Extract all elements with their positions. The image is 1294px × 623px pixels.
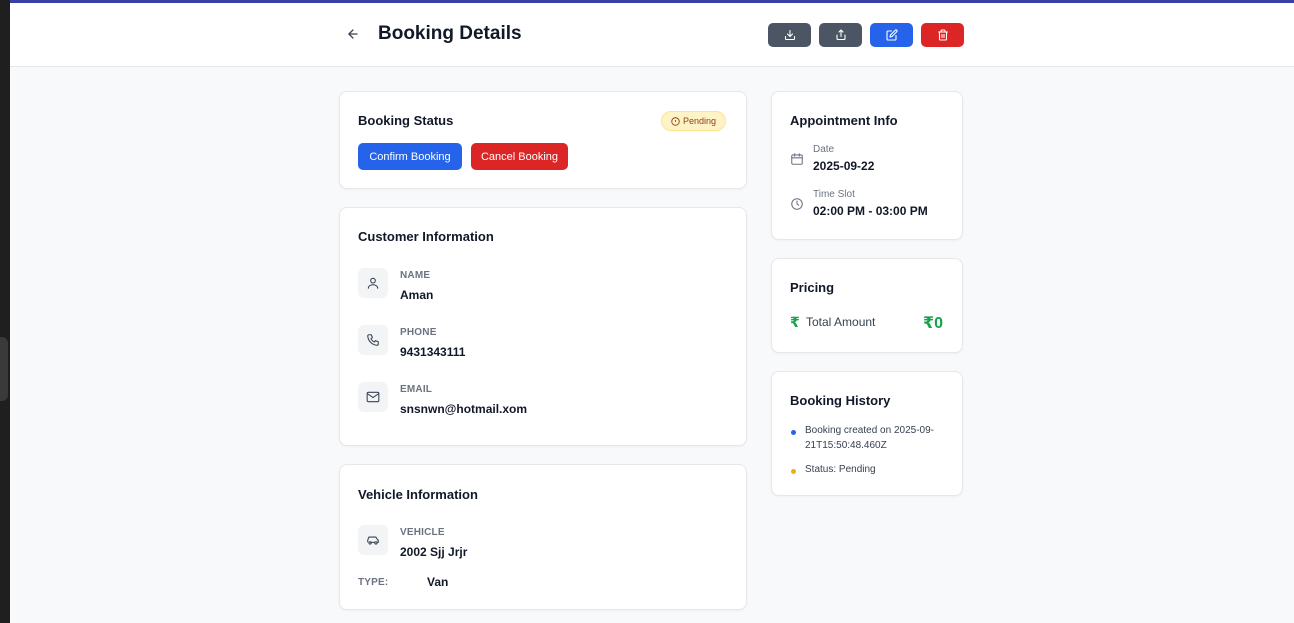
phone-value: 9431343111	[400, 345, 466, 359]
booking-status-title: Booking Status	[358, 113, 454, 128]
email-icon-box	[358, 382, 388, 412]
back-button[interactable]	[343, 24, 363, 44]
vehicle-label: VEHICLE	[400, 527, 445, 538]
email-value: snsnwn@hotmail.xom	[400, 402, 528, 416]
type-label: TYPE:	[358, 577, 389, 588]
customer-info-title: Customer Information	[358, 229, 494, 244]
vehicle-info-title: Vehicle Information	[358, 487, 478, 502]
cancel-booking-button[interactable]: Cancel Booking	[471, 143, 568, 170]
info-circle-icon	[671, 116, 680, 126]
time-slot-label: Time Slot	[813, 189, 855, 200]
time-slot-value: 02:00 PM - 03:00 PM	[813, 204, 928, 218]
download-icon	[784, 29, 795, 41]
status-badge: Pending	[661, 111, 727, 131]
total-amount-value: ₹0	[922, 315, 943, 332]
vehicle-value: 2002 Sjj Jrjr	[400, 545, 468, 559]
rupee-icon: ₹	[790, 314, 800, 330]
booking-history-title: Booking History	[790, 393, 891, 408]
car-icon	[367, 536, 379, 545]
phone-icon	[367, 334, 379, 346]
phone-icon-box	[358, 325, 388, 355]
total-amount-label: Total Amount	[806, 315, 876, 329]
name-label: NAME	[400, 270, 431, 281]
edit-icon	[885, 29, 898, 41]
pricing-title: Pricing	[790, 280, 835, 295]
appointment-info-title: Appointment Info	[790, 113, 898, 128]
name-value: Aman	[400, 288, 434, 302]
date-label: Date	[813, 144, 835, 155]
share-button[interactable]	[819, 23, 862, 47]
left-edge-strip	[0, 0, 10, 623]
share-icon	[835, 29, 846, 41]
page-header: Booking Details	[10, 3, 1294, 67]
history-dot-status	[791, 469, 796, 474]
type-value: Van	[427, 575, 449, 589]
booking-history-card: Booking History Booking created on 2025-…	[771, 371, 963, 496]
phone-label: PHONE	[400, 327, 437, 338]
history-dot-created	[791, 430, 796, 435]
clock-icon	[791, 198, 803, 210]
customer-info-card: Customer Information NAME Aman PHONE 943…	[339, 207, 747, 446]
email-label: EMAIL	[400, 384, 433, 395]
delete-button[interactable]	[921, 23, 964, 47]
download-button[interactable]	[768, 23, 811, 47]
vehicle-info-card: Vehicle Information VEHICLE 2002 Sjj Jrj…	[339, 464, 747, 610]
history-item-status: Status: Pending	[805, 464, 876, 475]
trash-icon	[937, 29, 948, 41]
calendar-icon	[791, 153, 803, 165]
name-icon-box	[358, 268, 388, 298]
appointment-info-card: Appointment Info Date 2025-09-22 Time Sl…	[771, 91, 963, 240]
arrow-left-icon	[348, 29, 358, 39]
side-handle[interactable]	[0, 337, 8, 401]
booking-status-card: Booking Status Pending Confirm Booking C…	[339, 91, 747, 189]
vehicle-icon-box	[358, 525, 388, 555]
edit-button[interactable]	[870, 23, 913, 47]
mail-icon	[366, 391, 380, 403]
confirm-booking-button[interactable]: Confirm Booking	[358, 143, 462, 170]
history-item-created: Booking created on 2025-09-21T15:50:48.4…	[805, 425, 934, 451]
page-title: Booking Details	[378, 23, 522, 44]
user-icon	[367, 277, 379, 289]
status-badge-label: Pending	[683, 116, 717, 126]
pricing-card: Pricing ₹ Total Amount ₹0	[771, 258, 963, 353]
date-value: 2025-09-22	[813, 159, 875, 173]
